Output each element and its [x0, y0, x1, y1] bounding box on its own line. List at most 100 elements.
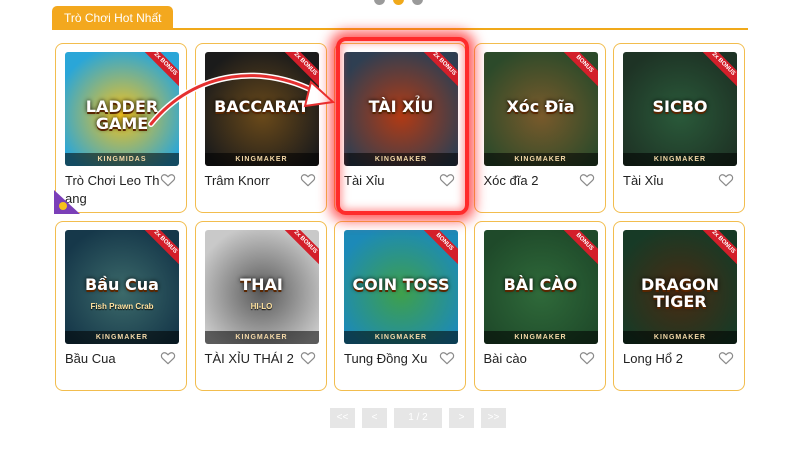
bonus-ribbon: 2x BONUS: [140, 52, 179, 91]
game-name[interactable]: Tài Xỉu: [623, 172, 719, 190]
star-badge-icon: [54, 190, 80, 214]
game-thumbnail[interactable]: LADDER GAME KINGMIDAS 2x BONUS: [65, 52, 179, 166]
game-name[interactable]: Long Hổ 2: [623, 350, 719, 368]
heart-icon[interactable]: [579, 350, 595, 366]
bonus-ribbon-text: 2x BONUS: [279, 230, 319, 268]
game-art-subtitle: HI-LO: [250, 302, 273, 311]
card-footer: Tài Xỉu: [344, 172, 457, 208]
card-footer: Tài Xỉu: [623, 172, 736, 208]
game-name[interactable]: TÀI XỈU THÁI 2: [205, 350, 301, 368]
game-thumbnail[interactable]: BÀI CÀO KINGMAKER BONUS: [483, 230, 598, 344]
card-footer: Xóc đĩa 2: [484, 172, 597, 208]
game-art-title: COIN TOSS: [352, 275, 450, 294]
bonus-ribbon-text: 2x BONUS: [698, 230, 737, 268]
game-thumbnail[interactable]: Xóc Đĩa KINGMAKER BONUS: [483, 52, 598, 166]
bonus-ribbon-text: 2x BONUS: [140, 52, 179, 90]
bonus-ribbon: 2x BONUS: [140, 230, 179, 269]
bonus-ribbon: 2x BONUS: [279, 52, 319, 91]
prev-page-button[interactable]: <: [362, 408, 387, 428]
provider-label: KINGMAKER: [204, 153, 319, 166]
game-thumbnail[interactable]: THAI HI-LO KINGMAKER 2x BONUS: [204, 230, 319, 344]
game-art-title: BÀI CÀO: [503, 275, 578, 294]
last-page-button[interactable]: >>: [481, 408, 506, 428]
game-art-title: TÀI XỈU: [368, 97, 434, 116]
bonus-ribbon: 2x BONUS: [419, 52, 458, 91]
game-name[interactable]: Tài Xỉu: [344, 172, 440, 190]
heart-icon[interactable]: [579, 172, 595, 188]
game-art-title: THAI: [240, 275, 283, 294]
game-name[interactable]: Xóc đĩa 2: [484, 172, 580, 190]
game-art-title: SICBO: [652, 97, 708, 116]
pagination: << < 1 / 2 > >>: [330, 408, 506, 428]
game-card[interactable]: LADDER GAME KINGMIDAS 2x BONUS Trò Chơi …: [54, 43, 187, 214]
carousel-dot[interactable]: [412, 0, 423, 5]
heart-icon[interactable]: [300, 350, 316, 366]
game-thumbnail[interactable]: Bầu Cua Fish Prawn Crab KINGMAKER 2x BON…: [65, 230, 179, 344]
game-thumbnail[interactable]: TÀI XỈU KINGMAKER 2x BONUS: [344, 52, 458, 166]
game-card[interactable]: BACCARAT KINGMAKER 2x BONUS Trâm Knorr: [194, 43, 327, 213]
game-card[interactable]: Bầu Cua Fish Prawn Crab KINGMAKER 2x BON…: [55, 221, 187, 391]
bonus-ribbon: 2x BONUS: [279, 230, 319, 269]
bonus-ribbon-text: BONUS: [558, 230, 598, 268]
first-page-button[interactable]: <<: [330, 408, 355, 428]
provider-label: KINGMAKER: [344, 331, 458, 344]
carousel-dot[interactable]: [374, 0, 385, 5]
game-art-title: Bầu Cua: [85, 275, 159, 294]
next-page-button[interactable]: >: [449, 408, 474, 428]
heart-icon[interactable]: [300, 172, 316, 188]
card-footer: TÀI XỈU THÁI 2: [205, 350, 318, 386]
game-card[interactable]: THAI HI-LO KINGMAKER 2x BONUS TÀI XỈU TH…: [194, 221, 327, 391]
provider-label: KINGMAKER: [344, 153, 458, 166]
game-card[interactable]: Xóc Đĩa KINGMAKER BONUS Xóc đĩa 2: [473, 43, 606, 213]
provider-label: KINGMAKER: [483, 153, 598, 166]
game-art-subtitle: Fish Prawn Crab: [90, 302, 154, 311]
game-art-title: BACCARAT: [214, 97, 309, 116]
game-grid: LADDER GAME KINGMIDAS 2x BONUS Trò Chơi …: [54, 43, 745, 391]
heart-icon[interactable]: [718, 172, 734, 188]
bonus-ribbon: 2x BONUS: [698, 52, 737, 91]
bonus-ribbon-text: 2x BONUS: [419, 52, 458, 90]
bonus-ribbon-text: 2x BONUS: [140, 230, 179, 268]
game-name[interactable]: Bài cào: [484, 350, 580, 368]
heart-icon[interactable]: [718, 350, 734, 366]
provider-label: KINGMAKER: [623, 331, 737, 344]
game-thumbnail[interactable]: BACCARAT KINGMAKER 2x BONUS: [204, 52, 319, 166]
provider-label: KINGMAKER: [65, 331, 179, 344]
bonus-ribbon: 2x BONUS: [698, 230, 737, 269]
game-card[interactable]: COIN TOSS KINGMAKER BONUS Tung Đồng Xu: [334, 221, 466, 391]
game-art-title: Xóc Đĩa: [506, 97, 575, 116]
game-art-title: DRAGON TIGER: [640, 275, 720, 311]
provider-label: KINGMAKER: [623, 153, 737, 166]
page-indicator: 1 / 2: [394, 408, 442, 428]
section-title[interactable]: Trò Chơi Hot Nhất: [52, 6, 174, 30]
card-footer: Bài cào: [484, 350, 597, 386]
bonus-ribbon: BONUS: [558, 52, 598, 91]
provider-label: KINGMIDAS: [65, 153, 179, 166]
game-card[interactable]: BÀI CÀO KINGMAKER BONUS Bài cào: [473, 221, 606, 391]
section-header: Trò Chơi Hot Nhất: [52, 6, 748, 30]
game-thumbnail[interactable]: COIN TOSS KINGMAKER BONUS: [344, 230, 458, 344]
provider-label: KINGMAKER: [483, 331, 598, 344]
game-card[interactable]: DRAGON TIGER KINGMAKER 2x BONUS Long Hổ …: [613, 221, 745, 391]
bonus-ribbon: BONUS: [419, 230, 458, 269]
game-name[interactable]: Tung Đồng Xu: [344, 350, 440, 368]
game-thumbnail[interactable]: DRAGON TIGER KINGMAKER 2x BONUS: [623, 230, 737, 344]
bonus-ribbon-text: BONUS: [558, 52, 598, 90]
game-card[interactable]: SICBO KINGMAKER 2x BONUS Tài Xỉu: [613, 43, 745, 213]
heart-icon[interactable]: [160, 350, 176, 366]
bonus-ribbon: BONUS: [558, 230, 598, 269]
game-card[interactable]: TÀI XỈU KINGMAKER 2x BONUS Tài Xỉu: [334, 43, 466, 213]
game-thumbnail[interactable]: SICBO KINGMAKER 2x BONUS: [623, 52, 737, 166]
bonus-ribbon-text: BONUS: [419, 230, 458, 268]
heart-icon[interactable]: [439, 172, 455, 188]
card-footer: Trâm Knorr: [205, 172, 318, 208]
heart-icon[interactable]: [160, 172, 176, 188]
game-name[interactable]: Trâm Knorr: [205, 172, 301, 190]
carousel-dots: [374, 0, 423, 5]
game-name[interactable]: Bầu Cua: [65, 350, 161, 368]
card-footer: Long Hổ 2: [623, 350, 736, 386]
carousel-dot-active[interactable]: [393, 0, 404, 5]
provider-label: KINGMAKER: [204, 331, 319, 344]
heart-icon[interactable]: [439, 350, 455, 366]
card-footer: Bầu Cua: [65, 350, 178, 386]
